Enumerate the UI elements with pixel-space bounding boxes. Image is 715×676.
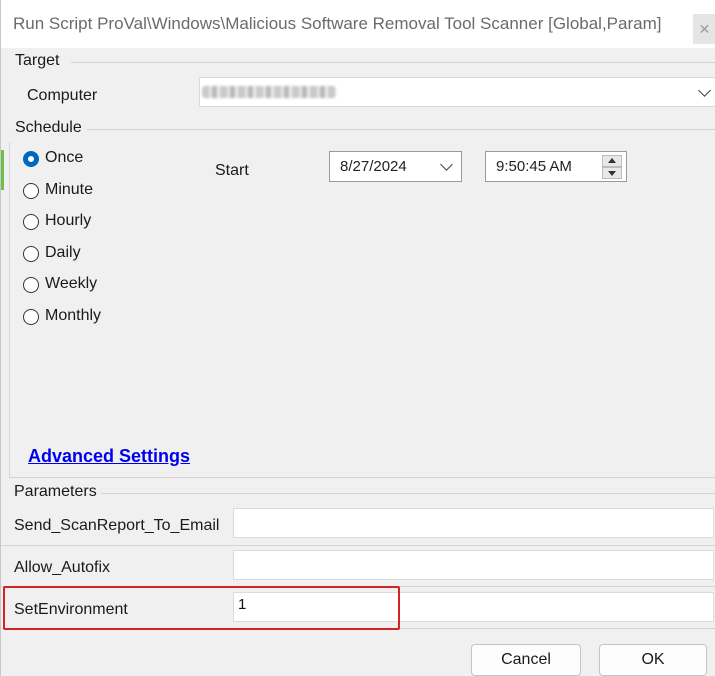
radio-hourly[interactable]: Hourly (21, 211, 141, 235)
computer-label: Computer (27, 87, 98, 104)
radio-label-daily: Daily (45, 244, 81, 261)
radio-unselected-icon (23, 246, 39, 262)
arrow-down-icon (608, 171, 616, 176)
radio-daily[interactable]: Daily (21, 243, 141, 267)
start-label: Start (215, 162, 249, 179)
chevron-down-icon[interactable] (440, 158, 453, 171)
run-script-dialog: Run Script ProVal\Windows\Malicious Soft… (0, 0, 715, 676)
radio-unselected-icon (23, 214, 39, 230)
parameters-section-label: Parameters (14, 483, 97, 500)
arrow-up-icon (608, 158, 616, 163)
radio-unselected-icon (23, 277, 39, 293)
radio-selected-icon (23, 151, 39, 167)
schedule-frame-left (9, 142, 10, 477)
spin-down-button[interactable] (602, 167, 622, 179)
radio-unselected-icon (23, 183, 39, 199)
radio-minute[interactable]: Minute (21, 180, 141, 204)
parameters-divider (101, 493, 715, 494)
parameter-row: Send_ScanReport_To_Email (1, 503, 715, 543)
close-icon: ✕ (698, 21, 711, 37)
radio-weekly[interactable]: Weekly (21, 274, 141, 298)
target-divider (71, 62, 715, 63)
window-title: Run Script ProVal\Windows\Malicious Soft… (13, 14, 662, 33)
schedule-section-label: Schedule (15, 119, 82, 136)
advanced-settings-link[interactable]: Advanced Settings (28, 446, 190, 467)
radio-label-monthly: Monthly (45, 307, 102, 324)
radio-label-weekly: Weekly (45, 275, 98, 292)
ok-button[interactable]: OK (599, 644, 707, 676)
radio-monthly[interactable]: Monthly (21, 306, 141, 330)
radio-once[interactable]: Once (21, 148, 141, 172)
parameter-name: Send_ScanReport_To_Email (14, 517, 220, 534)
chevron-down-icon[interactable] (698, 84, 711, 97)
radio-label-minute: Minute (45, 181, 94, 198)
computer-name-redacted (202, 86, 336, 98)
radio-label-hourly: Hourly (45, 212, 92, 229)
target-section-label: Target (15, 52, 60, 69)
parameter-value-input[interactable] (233, 508, 714, 538)
start-date-value: 8/27/2024 (340, 158, 407, 175)
start-time-value: 9:50:45 AM (496, 158, 572, 175)
spin-up-button[interactable] (602, 155, 622, 167)
parameter-name: Allow_Autofix (14, 559, 111, 576)
computer-dropdown[interactable] (199, 77, 715, 107)
radio-unselected-icon (23, 309, 39, 325)
schedule-divider (87, 129, 715, 130)
cancel-button[interactable]: Cancel (471, 644, 581, 676)
parameter-value-input[interactable] (233, 550, 714, 580)
start-date-picker[interactable]: 8/27/2024 (329, 151, 462, 182)
left-edge-mark (1, 150, 4, 190)
title-bar: Run Script ProVal\Windows\Malicious Soft… (1, 0, 715, 48)
start-time-picker[interactable]: 9:50:45 AM (485, 151, 627, 182)
schedule-bottom-divider (9, 477, 715, 478)
close-button[interactable]: ✕ (693, 14, 715, 44)
highlight-annotation (3, 586, 400, 630)
parameter-row: Allow_Autofix (1, 545, 715, 585)
radio-label-once: Once (45, 149, 84, 166)
